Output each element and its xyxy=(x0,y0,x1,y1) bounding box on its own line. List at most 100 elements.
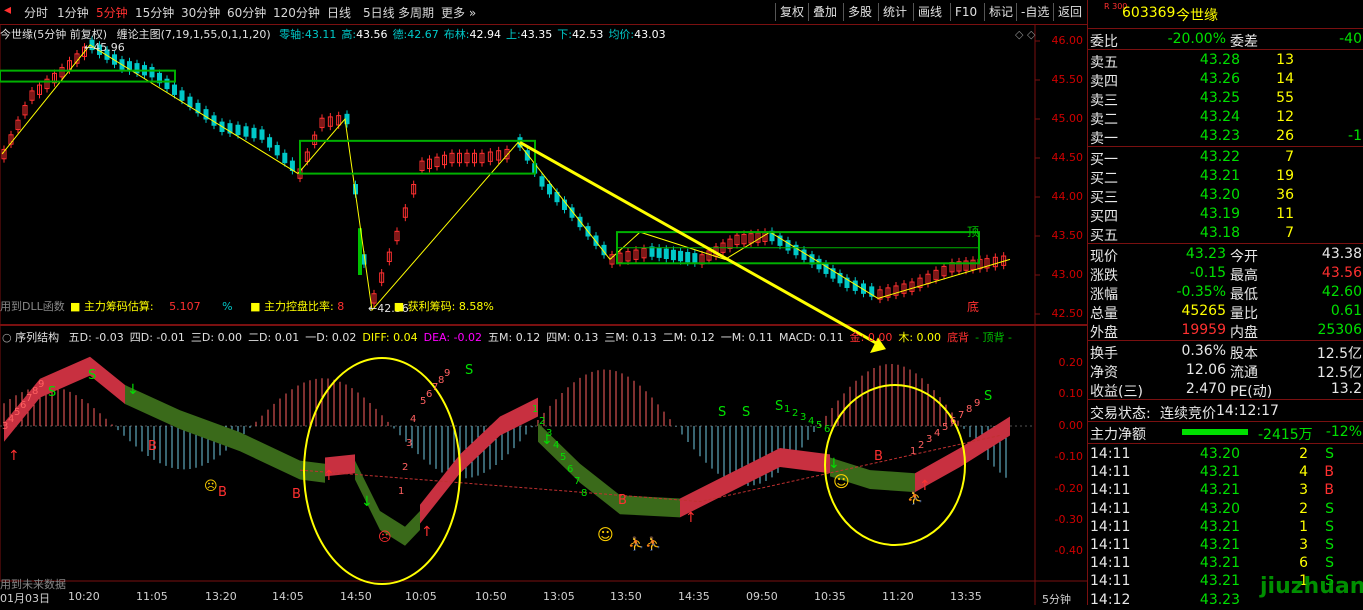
sequence-number: 2 xyxy=(539,416,545,427)
sub-y-tick: -0.20 xyxy=(1054,482,1083,495)
stat-row[interactable]: 外盘 19959 内盘 25306 xyxy=(1088,321,1363,341)
legend-value-3: 42.94 xyxy=(469,28,502,41)
legend-label-5: 下: xyxy=(557,28,572,41)
x-axis-label: 13:20 xyxy=(205,590,237,603)
period-tab-7[interactable]: 日线 xyxy=(327,4,351,21)
period-tab-4[interactable]: 30分钟 xyxy=(181,4,220,21)
sub-legend: ○ 序列结构 五D: -0.03 四D: -0.01 三D: 0.00 二D: 0.0… xyxy=(2,329,1012,344)
ask-row[interactable]: 卖二 43.24 12 xyxy=(1088,108,1363,128)
collapse-icon[interactable]: ◂ xyxy=(4,2,11,18)
sequence-number: 9 xyxy=(444,368,450,379)
tick-row[interactable]: 14:11 43.21 3 S xyxy=(1088,536,1363,555)
period-tab-10[interactable]: 更多 » xyxy=(441,4,476,21)
x-axis-label: 13:50 xyxy=(610,590,642,603)
toolbar-button-3[interactable]: 统计 xyxy=(878,3,911,21)
trend-ribbon xyxy=(125,385,325,483)
pivot-box xyxy=(0,69,176,83)
bid-row[interactable]: 买二 43.21 19 xyxy=(1088,167,1363,187)
trend-ribbon xyxy=(538,422,680,518)
tick-row[interactable]: 14:11 43.20 2 S xyxy=(1088,445,1363,464)
sequence-number: 4 xyxy=(808,416,814,427)
chip-est-unit: % xyxy=(222,300,233,313)
ask-row[interactable]: 卖四 43.26 14 xyxy=(1088,70,1363,90)
toolbar-button-0[interactable]: 复权 xyxy=(775,3,808,21)
toolbar-button-7[interactable]: -自选 xyxy=(1016,3,1053,21)
trend-arrow-line xyxy=(519,141,881,347)
bid-row[interactable]: 买四 43.19 11 xyxy=(1088,205,1363,225)
legend-label-4: 上: xyxy=(506,28,521,41)
toolbar-button-1[interactable]: 叠加 xyxy=(808,3,841,21)
sub-legend-item-2: 三D: 0.00 xyxy=(190,331,243,344)
bid-row[interactable]: 买一 43.22 7 xyxy=(1088,148,1363,168)
period-tab-9[interactable]: 多周期 xyxy=(398,4,434,21)
period-tab-8[interactable]: 5日线 xyxy=(363,4,395,21)
pivot-box xyxy=(299,139,536,175)
tick-row[interactable]: 14:11 43.21 3 B xyxy=(1088,481,1363,500)
ask-row[interactable]: 卖五 43.28 13 xyxy=(1088,51,1363,71)
candle-body xyxy=(274,145,280,156)
period-tab-2[interactable]: 5分钟 xyxy=(96,4,128,21)
sequence-number: 3 xyxy=(800,412,806,423)
sequence-number: 8 xyxy=(581,488,587,499)
watermark: jiuzhuan.com xyxy=(1260,574,1363,599)
moneybag-icon: ☹ xyxy=(204,479,218,494)
runner-icon: ⛹ xyxy=(645,535,661,552)
down-arrow-icon: ↓ xyxy=(361,494,373,510)
chart-area[interactable]: BB BBBSSSS S SS↑↑↑↑↑↓↓↓↓☺☺⛹ ⛹⛹☹☹345678912345… xyxy=(0,24,1087,605)
runner-icon: ⛹ xyxy=(628,535,644,552)
ask-row[interactable]: 卖一 43.23 26 -1 xyxy=(1088,127,1363,147)
sub-indicator-title: 序列结构 xyxy=(15,331,60,344)
period-tab-5[interactable]: 60分钟 xyxy=(227,4,266,21)
ask-row[interactable]: 卖三 43.25 55 xyxy=(1088,89,1363,109)
candle-body xyxy=(649,246,655,257)
toolbar-button-4[interactable]: 画线 xyxy=(913,3,946,21)
sequence-number: 6 xyxy=(824,424,830,435)
sub-legend-item-15: 底背 xyxy=(947,331,970,344)
stat2-row[interactable]: 收益(三) 2.470 PE(动) 13.2 xyxy=(1088,380,1363,400)
sequence-number: 3 xyxy=(926,434,932,445)
tick-row[interactable]: 14:11 43.20 2 S xyxy=(1088,500,1363,519)
period-tab-0[interactable]: 分时 xyxy=(24,4,48,21)
toolbar-button-2[interactable]: 多股 xyxy=(843,3,876,21)
period-tab-6[interactable]: 120分钟 xyxy=(273,4,320,21)
sell-signal-marker: S xyxy=(88,368,96,383)
period-tab-3[interactable]: 15分钟 xyxy=(135,4,174,21)
candle-body xyxy=(692,253,698,264)
period-tab-1[interactable]: 1分钟 xyxy=(57,4,89,21)
circle-icon[interactable]: ○ xyxy=(2,331,12,344)
stat-row[interactable]: 涨幅 -0.35% 最低 42.60 xyxy=(1088,283,1363,303)
x-axis-label: 10:20 xyxy=(68,590,100,603)
candle-body xyxy=(187,96,193,108)
candle-body xyxy=(149,67,155,78)
toolbar-button-5[interactable]: F10 xyxy=(950,3,981,21)
tick-row[interactable]: 14:11 43.21 4 B xyxy=(1088,463,1363,482)
profit-value: 8.58% xyxy=(458,300,494,313)
x-axis-label: 01月03日 xyxy=(0,592,50,605)
main-y-tick: 43.50 xyxy=(1051,229,1084,242)
x-axis-label: 10:50 xyxy=(475,590,507,603)
legend-value-5: 42.53 xyxy=(571,28,604,41)
sub-legend-item-11: 一M: 0.11 xyxy=(720,331,773,344)
control-value: 8 xyxy=(337,300,345,313)
bid-row[interactable]: 买五 43.18 7 xyxy=(1088,224,1363,244)
tick-row[interactable]: 14:11 43.21 6 S xyxy=(1088,554,1363,573)
toolbar-button-6[interactable]: 标记 xyxy=(984,3,1017,21)
candle-body xyxy=(685,251,691,263)
stat-row[interactable]: 总量 45265 量比 0.61 xyxy=(1088,302,1363,322)
stat2-row[interactable]: 净资 12.06 流通 12.5亿 xyxy=(1088,361,1363,381)
toolbar-button-8[interactable]: 返回 xyxy=(1053,3,1086,21)
stat2-row[interactable]: 换手 0.36% 股本 12.5亿 xyxy=(1088,342,1363,362)
sub-legend-item-10: 二M: 0.12 xyxy=(662,331,715,344)
indicator-name: 缠论主图(7,19,1,55,0,1,1,20) xyxy=(116,28,271,41)
sub-y-tick: -0.30 xyxy=(1054,513,1083,526)
stat-row[interactable]: 现价 43.23 今开 43.38 xyxy=(1088,245,1363,265)
tick-row[interactable]: 14:11 43.21 1 S xyxy=(1088,518,1363,537)
stat-row[interactable]: 涨跌 -0.15 最高 43.56 xyxy=(1088,264,1363,284)
sub-y-tick: -0.40 xyxy=(1054,544,1083,557)
x-axis-label: 14:35 xyxy=(678,590,710,603)
sub-legend-item-0: 五D: -0.03 xyxy=(68,331,124,344)
up-arrow-icon: ↑ xyxy=(421,524,433,540)
diamond-icon[interactable]: ◇ ◇ xyxy=(1015,28,1035,41)
bid-row[interactable]: 买三 43.20 36 xyxy=(1088,186,1363,206)
x-axis-label: 11:20 xyxy=(882,590,914,603)
